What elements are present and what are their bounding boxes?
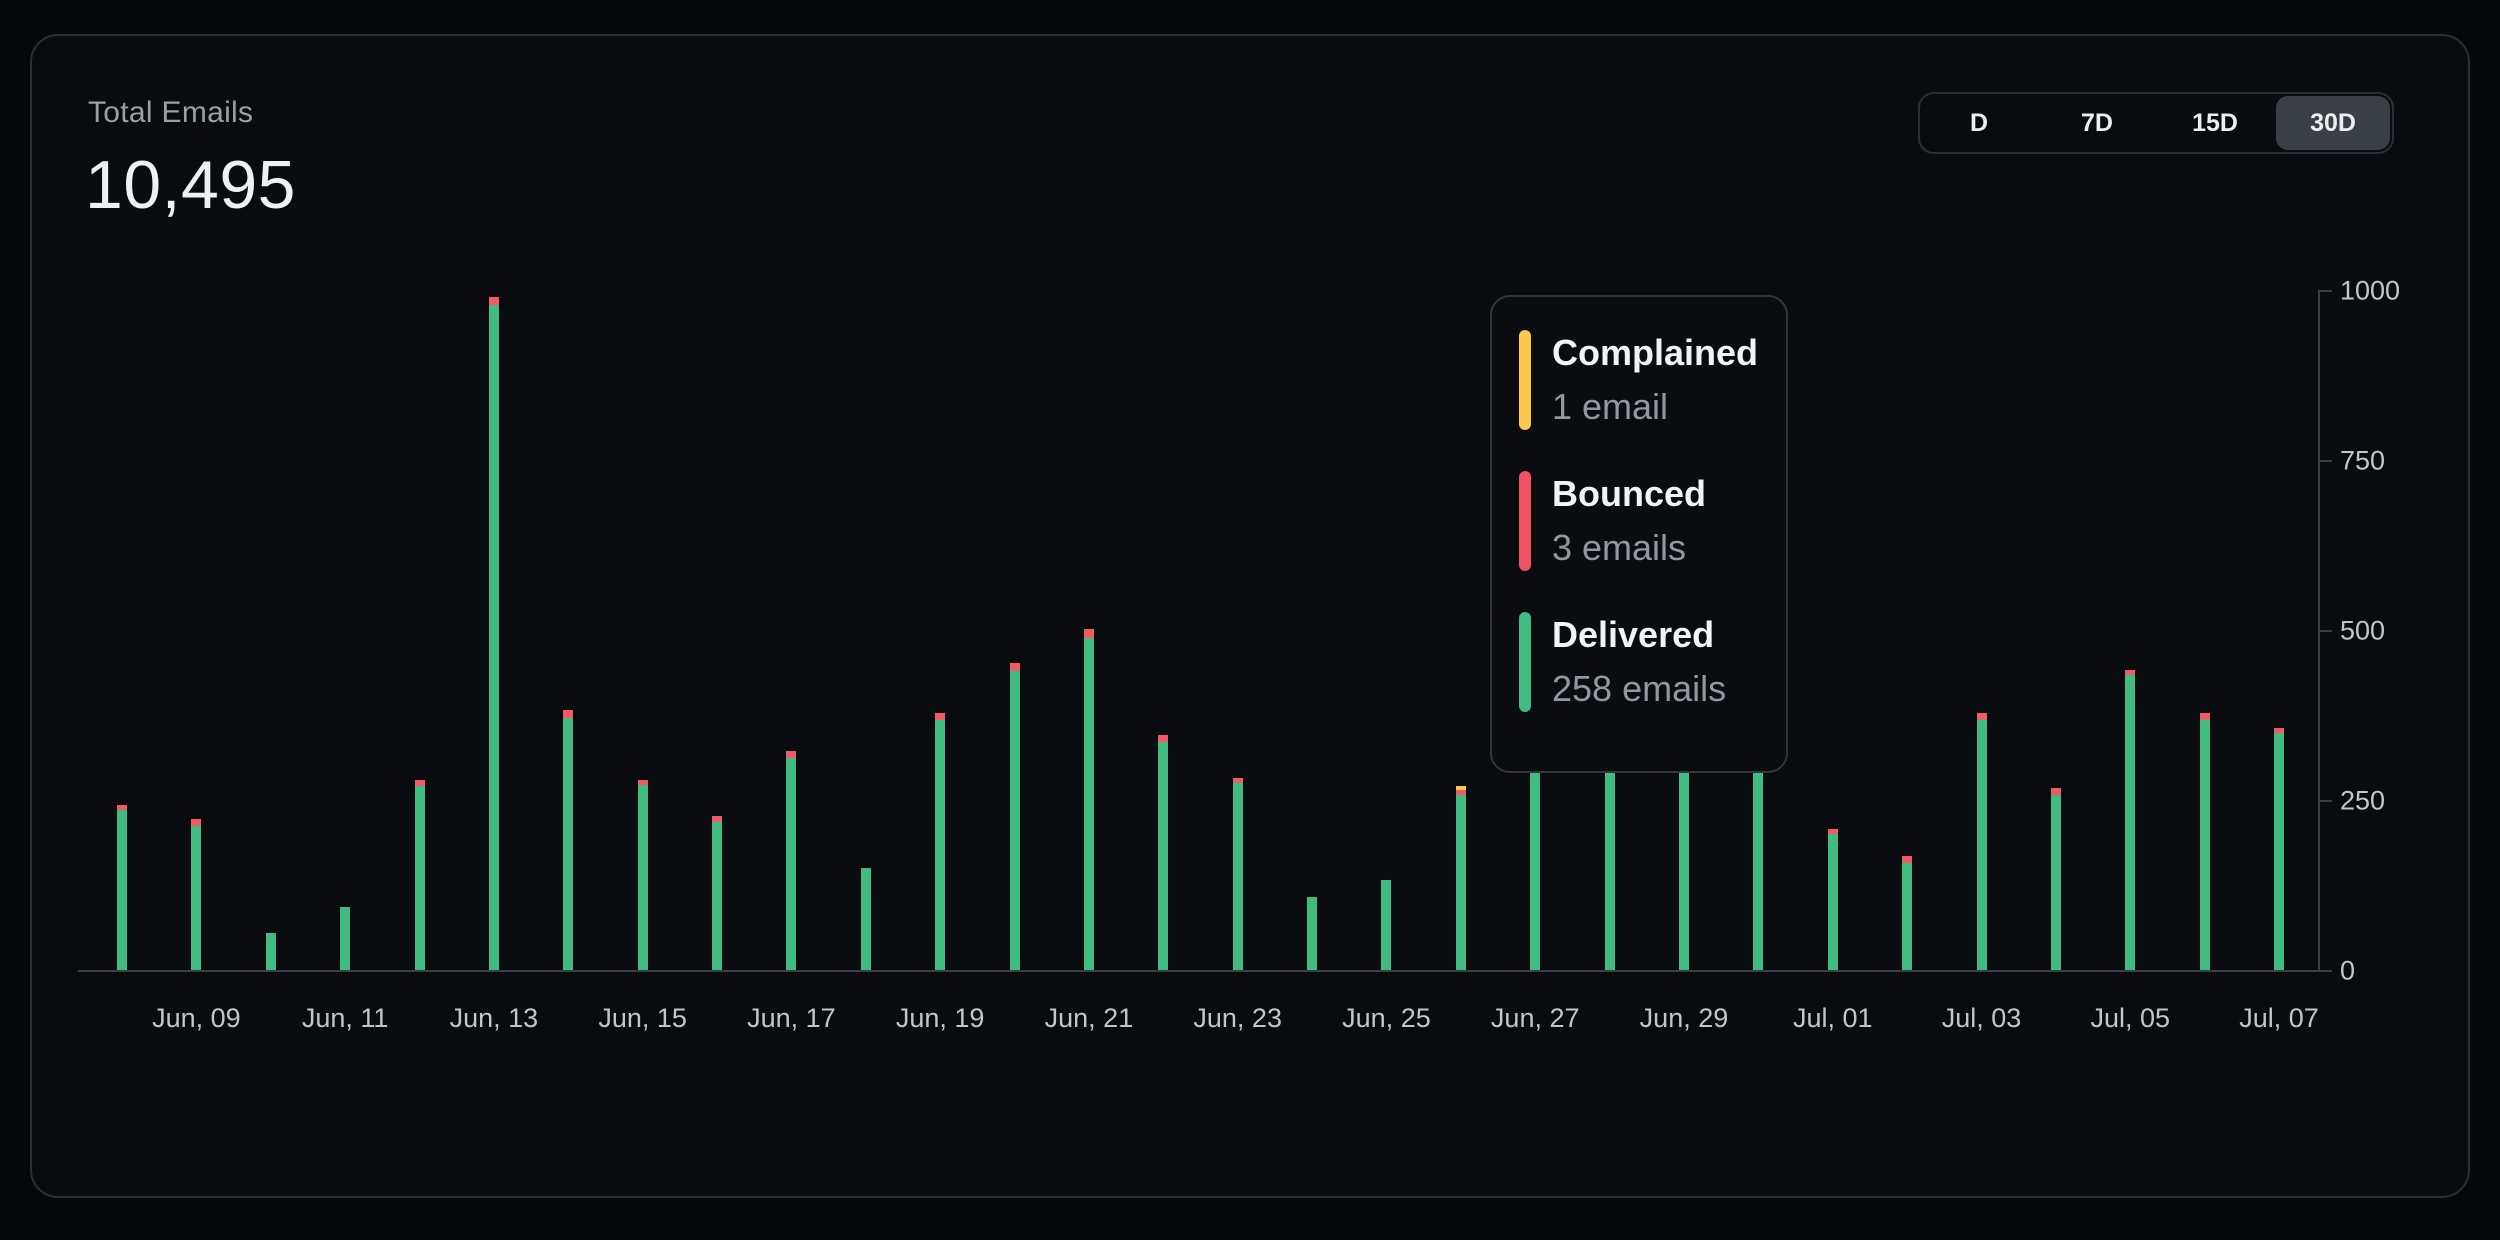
bar-segment-bounced (191, 819, 201, 826)
bar-jun-13[interactable] (489, 297, 499, 970)
bar-jun-14[interactable] (563, 710, 573, 970)
bar-segment-delivered (340, 907, 350, 970)
bar-segment-delivered (266, 933, 276, 970)
bar-segment-delivered (1828, 834, 1838, 970)
tooltip-value: 1 email (1552, 384, 1758, 430)
bar-jun-21[interactable] (1084, 629, 1094, 970)
bar-jun-08[interactable] (117, 805, 127, 970)
bar-jun-24[interactable] (1307, 897, 1317, 970)
tooltip-item-bounced: Bounced 3 emails (1519, 471, 1762, 571)
total-emails-card (30, 34, 2470, 1198)
range-option-30d[interactable]: 30D (2276, 96, 2390, 150)
bar-jun-11[interactable] (340, 907, 350, 970)
range-option-15d[interactable]: 15D (2158, 96, 2272, 150)
tooltip-value: 3 emails (1552, 525, 1706, 571)
bar-jul-07[interactable] (2274, 728, 2284, 970)
bar-jun-17[interactable] (786, 751, 796, 970)
tooltip-label: Complained (1552, 330, 1758, 376)
tooltip-label: Bounced (1552, 471, 1706, 517)
bar-segment-bounced (2200, 713, 2210, 720)
bar-segment-delivered (1753, 771, 1763, 970)
bar-segment-delivered (117, 810, 127, 970)
bar-jun-10[interactable] (266, 933, 276, 970)
bar-segment-bounced (1977, 713, 1987, 720)
bar-segment-bounced (1902, 856, 1912, 863)
bar-jun-18[interactable] (861, 868, 871, 970)
bar-segment-delivered (2125, 675, 2135, 970)
bar-jun-22[interactable] (1158, 735, 1168, 970)
bar-segment-delivered (1233, 783, 1243, 970)
bar-segment-delivered (1530, 758, 1540, 970)
bar-segment-delivered (1084, 638, 1094, 970)
total-emails-value: 10,495 (85, 146, 296, 224)
bar-jun-30[interactable] (1753, 766, 1763, 970)
bar-jul-03[interactable] (1977, 713, 1987, 970)
total-emails-title: Total Emails (88, 96, 253, 130)
bar-jul-05[interactable] (2125, 670, 2135, 970)
bar-segment-delivered (1307, 897, 1317, 970)
bar-jun-26[interactable] (1456, 786, 1466, 970)
bar-jun-27[interactable] (1530, 753, 1540, 970)
bar-segment-delivered (2200, 720, 2210, 970)
bar-segment-delivered (861, 868, 871, 970)
bounced-swatch (1519, 471, 1531, 571)
bar-segment-delivered (1456, 795, 1466, 970)
bar-segment-delivered (191, 826, 201, 970)
bar-segment-delivered (1902, 863, 1912, 970)
bar-segment-delivered (786, 758, 796, 970)
bar-segment-delivered (935, 720, 945, 970)
bar-jul-06[interactable] (2200, 713, 2210, 970)
bar-segment-bounced (415, 780, 425, 787)
bar-jun-09[interactable] (191, 819, 201, 970)
range-option-d[interactable]: D (1922, 96, 2036, 150)
tooltip-value: 258 emails (1552, 666, 1726, 712)
bar-segment-delivered (1605, 763, 1615, 970)
complained-swatch (1519, 330, 1531, 430)
bar-segment-delivered (489, 305, 499, 970)
bar-jun-19[interactable] (935, 713, 945, 970)
bar-segment-delivered (1679, 767, 1689, 970)
bar-jun-28[interactable] (1605, 758, 1615, 970)
bar-segment-bounced (563, 710, 573, 718)
bar-jul-01[interactable] (1828, 829, 1838, 970)
bar-segment-delivered (1158, 742, 1168, 970)
bar-segment-bounced (1158, 735, 1168, 742)
bar-segment-bounced (2051, 788, 2061, 795)
bar-segment-delivered (1977, 720, 1987, 970)
bar-segment-delivered (638, 785, 648, 970)
tooltip-item-delivered: Delivered 258 emails (1519, 612, 1762, 712)
bar-segment-delivered (1010, 671, 1020, 970)
range-option-7d[interactable]: 7D (2040, 96, 2154, 150)
bar-segment-delivered (563, 718, 573, 970)
delivered-swatch (1519, 612, 1531, 712)
bar-segment-bounced (1084, 629, 1094, 639)
bar-jun-20[interactable] (1010, 663, 1020, 970)
bar-jul-04[interactable] (2051, 788, 2061, 970)
bar-jul-02[interactable] (1902, 856, 1912, 970)
chart-tooltip: Complained 1 email Bounced 3 emails Deli… (1490, 295, 1788, 773)
bar-jun-29[interactable] (1679, 762, 1689, 970)
bar-jun-23[interactable] (1233, 778, 1243, 970)
bar-jun-25[interactable] (1381, 880, 1391, 970)
range-selector: D 7D 15D 30D (1918, 92, 2394, 154)
bar-jun-15[interactable] (638, 780, 648, 970)
bar-segment-delivered (2274, 733, 2284, 970)
bar-segment-delivered (712, 822, 722, 970)
bar-segment-delivered (415, 786, 425, 970)
bar-segment-bounced (935, 713, 945, 720)
bar-segment-bounced (1010, 663, 1020, 671)
bar-segment-bounced (489, 297, 499, 305)
bar-jun-16[interactable] (712, 816, 722, 970)
bar-segment-bounced (786, 751, 796, 758)
bar-segment-delivered (2051, 795, 2061, 970)
bar-jun-12[interactable] (415, 780, 425, 970)
bar-segment-delivered (1381, 880, 1391, 970)
tooltip-label: Delivered (1552, 612, 1726, 658)
tooltip-item-complained: Complained 1 email (1519, 330, 1762, 430)
